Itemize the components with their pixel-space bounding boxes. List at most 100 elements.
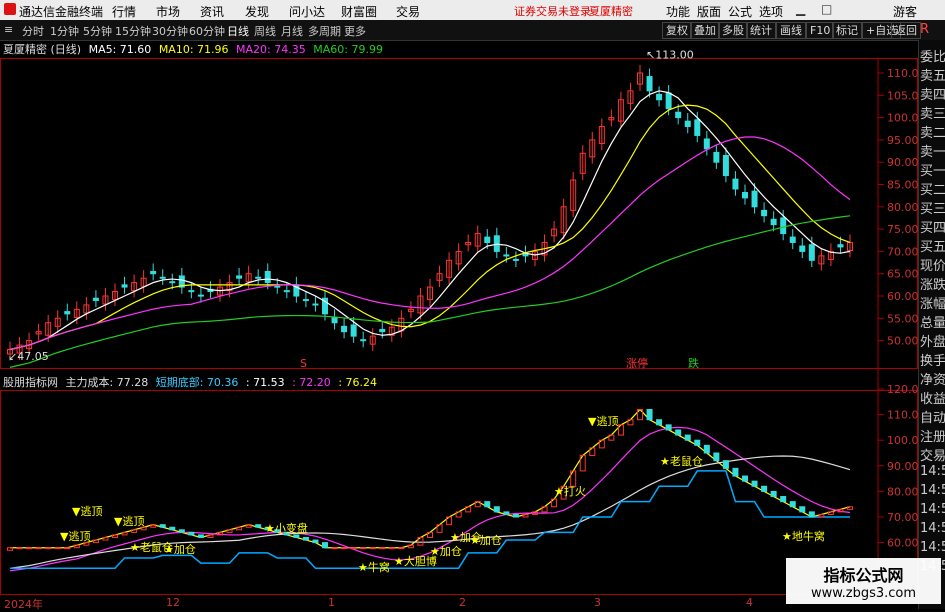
signal-label-13: ★老鼠仓 (660, 454, 703, 468)
sidebar-item-22[interactable]: 14:5 (920, 464, 945, 479)
sidebar-item-7[interactable]: 买二 (920, 179, 945, 198)
watermark-url: www.zbgs3.com (810, 586, 917, 601)
price-tick-label: 55.00 (887, 312, 918, 325)
signal-label-3: ▼逃顶 (60, 530, 90, 543)
ma60-label: MA60: 79.99 (313, 43, 383, 56)
low-price-label: ↙47.05 (8, 350, 49, 363)
sidebar-item-11[interactable]: 现价 (920, 255, 945, 274)
sub-candle (789, 501, 796, 508)
sub-candle (159, 524, 166, 528)
sidebar-item-1[interactable]: 卖五 (920, 65, 945, 84)
sidebar-item-9[interactable]: 买四 (920, 217, 945, 236)
sub-candle (131, 529, 138, 533)
sidebar-item-0[interactable]: 委比 (920, 46, 945, 65)
sub-candle (169, 526, 176, 531)
sidebar-item-5[interactable]: 卖一 (920, 141, 945, 160)
candle-body (646, 76, 653, 92)
sidebar-item-24[interactable]: 14:5 (920, 502, 945, 517)
r-badge: R (920, 22, 930, 37)
sub-candle (293, 534, 300, 538)
sidebar-item-26[interactable]: 14:5 (920, 540, 945, 555)
sub-candle (761, 485, 768, 492)
sub-candle (45, 547, 52, 550)
sub-candle (818, 513, 825, 518)
sub-candle (780, 496, 787, 503)
sub-candle (236, 526, 243, 531)
sidebar-item-4[interactable]: 卖二 (920, 122, 945, 141)
x-label-12: 12 (166, 596, 180, 609)
sidebar-item-19[interactable]: 自动 (920, 407, 945, 426)
candle-body (512, 258, 519, 261)
sidebar-item-20[interactable]: 注册 (920, 426, 945, 445)
candle-body (169, 281, 176, 284)
ma5-label: MA5: 71.60 (88, 43, 152, 56)
sub-candle (112, 534, 118, 538)
candle-body (751, 190, 758, 208)
candle-body (493, 235, 500, 252)
sidebar-item-18[interactable]: 收益 (920, 388, 945, 407)
candle-body (694, 119, 701, 136)
candle-body (675, 111, 682, 119)
sidebar-item-13[interactable]: 涨幅 (920, 293, 945, 312)
sidebar-item-23[interactable]: 14:5 (920, 483, 945, 498)
signal-label-14: ★地牛窝 (782, 529, 825, 543)
signal-label-5: ★加仓 (164, 542, 196, 556)
sub-tick-label: 70.00 (887, 511, 918, 524)
sidebar-item-25[interactable]: 14:5 (920, 521, 945, 536)
sub-candle (245, 524, 252, 528)
candle-body (341, 325, 348, 333)
sidebar-item-12[interactable]: 涨跌 (920, 274, 945, 293)
sub-v5-label: : 76.24 (338, 376, 378, 389)
sub-candle (26, 547, 33, 550)
sub-candle (197, 534, 204, 538)
price-tick-label: 110.00 (887, 67, 918, 80)
sidebar-item-6[interactable]: 买一 (920, 160, 945, 179)
sub-candle (656, 419, 663, 426)
sidebar-item-17[interactable]: 净资 (920, 369, 945, 388)
sidebar-item-10[interactable]: 买五 (920, 236, 945, 255)
candle-body (150, 270, 157, 275)
sidebar-item-8[interactable]: 买三 (920, 198, 945, 217)
indicator-name[interactable]: 股朋指标网 (3, 376, 58, 389)
candle-body (808, 244, 815, 261)
sub-candle (522, 513, 529, 518)
signal-label-12: ★打火 (554, 484, 586, 498)
candle-body (684, 120, 691, 128)
sub-candle (207, 534, 214, 538)
sidebar-item-14[interactable]: 总量 (920, 312, 945, 331)
candle-body (742, 192, 748, 199)
sub-candle (713, 452, 720, 462)
price-tick-label: 80.00 (887, 201, 918, 214)
signal-label-7: ★小变盘 (265, 521, 308, 535)
kline-chart[interactable]: 110.00 105.00 100.00 95.00 90.00 85.00 80.00 75… (0, 0, 918, 609)
candle-body (121, 284, 128, 288)
sidebar-item-21[interactable]: 交易 (920, 445, 945, 464)
sidebar-item-15[interactable]: 外盘 (920, 331, 945, 350)
candle-body (789, 236, 796, 243)
candle-body (283, 290, 290, 293)
sub-candle (255, 524, 262, 528)
candle-body (665, 92, 672, 110)
sub-candle (35, 547, 42, 550)
sub-candle (694, 439, 701, 446)
sub-candle (350, 547, 357, 550)
sub-candle (512, 513, 519, 518)
sidebar-item-16[interactable]: 换手 (920, 350, 945, 369)
sidebar-item-3[interactable]: 卖三 (920, 103, 945, 122)
sub-candle (312, 539, 319, 544)
x-label-2: 2 (459, 596, 466, 609)
candle-body (780, 217, 787, 235)
sub-candle (178, 529, 185, 533)
sub-candle (703, 444, 710, 454)
candle-body (188, 290, 195, 293)
candle-body (360, 339, 367, 342)
sub-tick-label: 90.00 (887, 460, 918, 473)
signal-label-10: ★加仓 (430, 544, 462, 558)
sub-candle (493, 506, 500, 513)
sub-candle (665, 424, 672, 431)
watermark-title: 指标公式网 (823, 566, 904, 585)
signal-label-0: ▼逃顶 (72, 505, 102, 518)
ma5-line (9, 90, 851, 351)
sidebar-item-2[interactable]: 卖四 (920, 84, 945, 103)
sub-candle (675, 429, 682, 436)
